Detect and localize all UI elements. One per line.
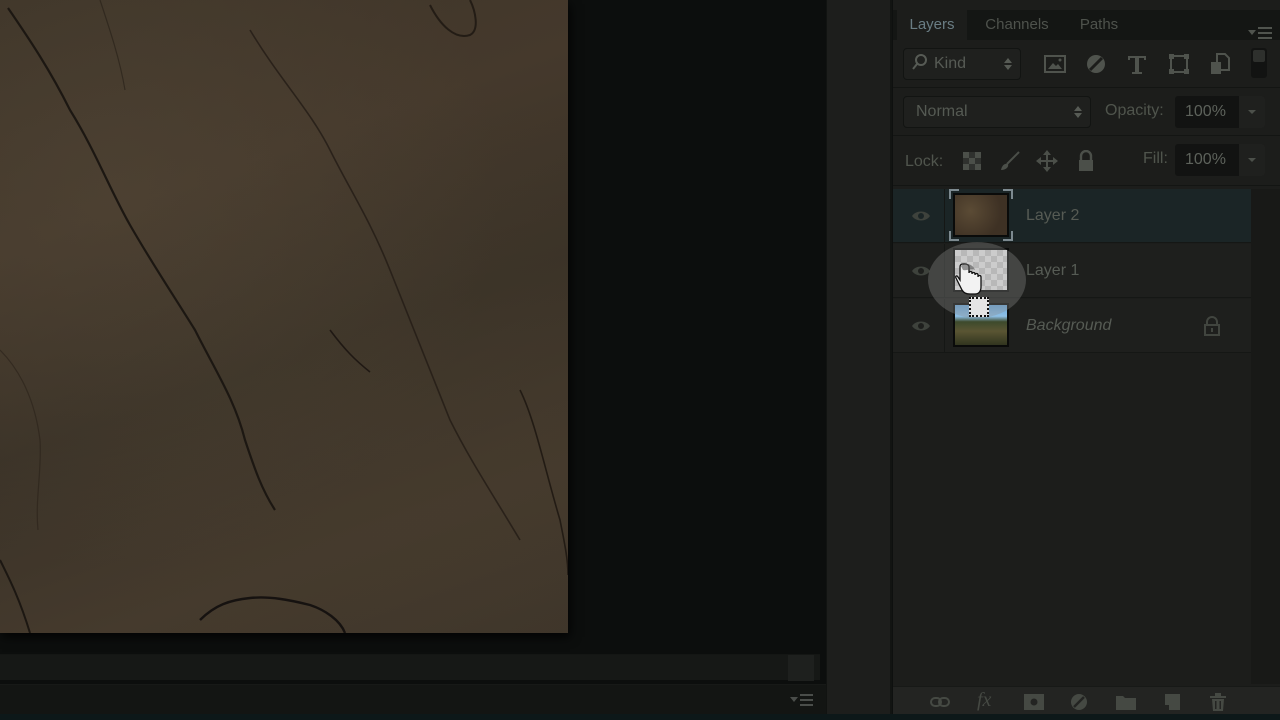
- type-filter-icon[interactable]: [1125, 52, 1149, 76]
- layer-row-layer-2[interactable]: Layer 2: [893, 189, 1251, 243]
- fill-value[interactable]: 100%: [1185, 151, 1226, 169]
- layer-filter-row: Kind: [893, 40, 1280, 88]
- tab-channels[interactable]: Channels: [971, 10, 1063, 40]
- panel-tab-bar: Layers Channels Paths: [893, 10, 1280, 40]
- layer-locked-icon: [1204, 316, 1220, 336]
- add-mask-icon[interactable]: [1023, 693, 1045, 711]
- lock-position-icon[interactable]: [1036, 150, 1058, 172]
- layer-name[interactable]: Layer 1: [1026, 262, 1079, 280]
- filter-kind-select[interactable]: Kind: [903, 48, 1021, 80]
- updown-arrows-icon: [1004, 58, 1012, 70]
- eye-visibility-icon[interactable]: [911, 319, 931, 333]
- drag-layer-proxy: [969, 297, 989, 317]
- stone-cracks: [0, 0, 568, 633]
- layers-panel-footer: fx: [893, 686, 1280, 716]
- link-layers-icon[interactable]: [929, 693, 951, 711]
- blend-mode-select[interactable]: Normal: [903, 96, 1091, 128]
- smart-object-filter-icon[interactable]: [1208, 52, 1232, 76]
- adjustment-layer-icon[interactable]: [1069, 693, 1091, 711]
- eye-visibility-icon[interactable]: [911, 209, 931, 223]
- shape-filter-icon[interactable]: [1167, 52, 1191, 76]
- selected-thumbnail-border: [949, 189, 1013, 241]
- updown-arrows-icon: [1074, 106, 1082, 118]
- opacity-value[interactable]: 100%: [1185, 103, 1226, 121]
- opacity-dropdown-button[interactable]: [1239, 96, 1265, 128]
- filter-toggle-switch[interactable]: [1251, 48, 1267, 78]
- hand-grab-cursor-icon: [955, 263, 982, 295]
- delete-layer-trash-icon[interactable]: [1207, 693, 1229, 711]
- new-layer-icon[interactable]: [1161, 693, 1183, 711]
- collapsed-panel-dock: [826, 0, 892, 716]
- tab-layers[interactable]: Layers: [897, 10, 967, 40]
- horizontal-scrollbar[interactable]: [0, 654, 820, 681]
- fill-field[interactable]: 100%: [1175, 144, 1265, 176]
- fill-dropdown-button[interactable]: [1239, 144, 1265, 176]
- visibility-column: [893, 299, 945, 353]
- lock-label: Lock:: [905, 153, 944, 170]
- lock-transparent-pixels-icon[interactable]: [961, 150, 983, 172]
- lock-all-icon[interactable]: [1075, 150, 1097, 172]
- opacity-field[interactable]: 100%: [1175, 96, 1265, 128]
- status-menu-icon[interactable]: [790, 693, 814, 707]
- blend-mode-value: Normal: [916, 103, 968, 120]
- opacity-label: Opacity:: [1105, 102, 1164, 119]
- scrollbar-thumb[interactable]: [788, 655, 814, 681]
- status-bar: [0, 684, 826, 714]
- layer-name[interactable]: Background: [1026, 317, 1111, 335]
- image-filter-icon[interactable]: [1043, 52, 1067, 76]
- layers-list-scroll-gutter[interactable]: [1251, 189, 1280, 684]
- filter-kind-label: Kind: [934, 55, 967, 72]
- layers-panel: Layers Channels Paths Kind Normal Opacit…: [893, 0, 1280, 716]
- fill-label: Fill:: [1143, 150, 1168, 167]
- document-canvas-stone-texture[interactable]: [0, 0, 568, 633]
- panel-menu-icon[interactable]: [1248, 26, 1274, 40]
- photoshop-window: Layers Channels Paths Kind Normal Opacit…: [0, 0, 1280, 720]
- layer-name[interactable]: Layer 2: [1026, 207, 1079, 225]
- canvas-area[interactable]: [0, 0, 826, 720]
- tab-paths[interactable]: Paths: [1065, 10, 1133, 40]
- visibility-column: [893, 189, 945, 243]
- search-icon: [912, 54, 927, 70]
- fx-icon[interactable]: fx: [977, 689, 999, 711]
- lock-image-pixels-icon[interactable]: [999, 150, 1021, 172]
- new-group-folder-icon[interactable]: [1115, 693, 1137, 711]
- layer-thumbnail-stone[interactable]: [949, 189, 1013, 241]
- window-bottom-edge: [0, 714, 1280, 720]
- adjustment-filter-icon[interactable]: [1084, 52, 1108, 76]
